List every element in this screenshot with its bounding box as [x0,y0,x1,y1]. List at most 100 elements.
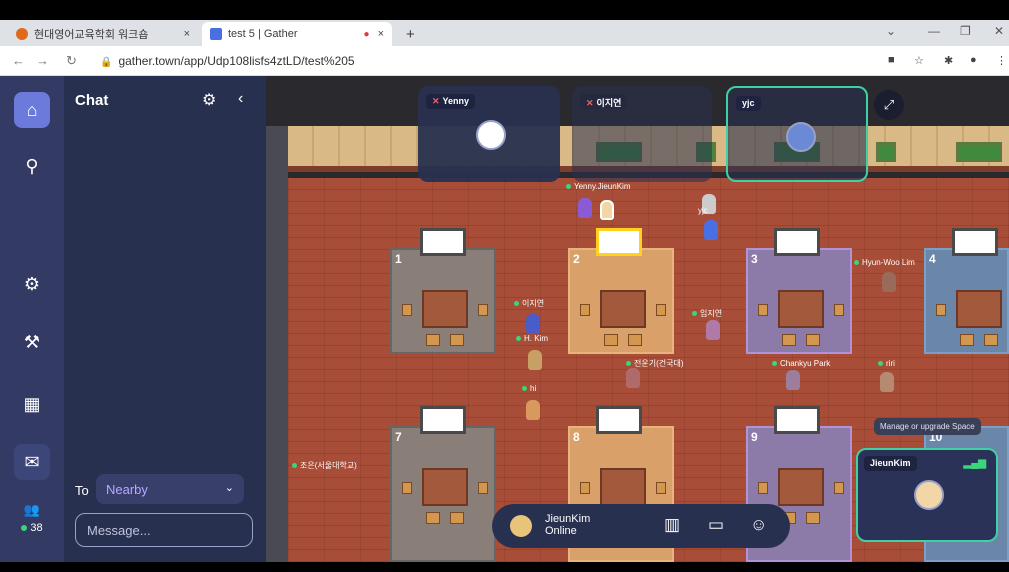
online-count[interactable]: 38 [0,522,64,534]
room-number: 7 [395,430,402,444]
collapse-chevron-left-icon[interactable]: ‹ [238,90,243,108]
chair [936,304,946,316]
tab-gather[interactable]: test 5 | Gather ● × [202,22,392,46]
chair [656,304,666,316]
emoji-icon[interactable]: ☺ [750,515,767,535]
bookmark-star-icon[interactable]: ☆ [914,54,924,67]
settings-gear-icon[interactable]: ⚙ [14,266,50,302]
profile-avatar[interactable]: ● [970,54,977,66]
chair [450,512,464,524]
room-number: 1 [395,252,402,266]
chat-settings-gear-icon[interactable]: ⚙ [202,90,216,110]
self-avatar-button[interactable] [510,515,532,537]
video-tile-이지연[interactable]: ✕ 이지연 [572,86,712,182]
muted-mic-icon: ✕ [432,96,440,106]
menu-icon[interactable]: ⋮ [996,54,1007,67]
whiteboard[interactable] [420,228,466,256]
room-2[interactable]: 2 [568,248,674,354]
player-avatar[interactable] [704,220,718,240]
whiteboard[interactable] [952,228,998,256]
video-name-badge: ✕ Yenny [426,94,476,109]
room-4[interactable]: 4 [924,248,1009,354]
manage-space-tooltip: Manage or upgrade Space [874,418,981,435]
player-name-tag: yjc [698,206,708,215]
forward-icon[interactable]: → [36,53,49,68]
whiteboard-highlighted[interactable] [596,228,642,256]
player-avatar[interactable] [786,370,800,390]
bottom-toolbar: JieunKim Online ▥ ▭ ☺ [492,504,790,548]
player-avatar[interactable] [528,350,542,370]
chair [834,482,844,494]
screen-share-icon[interactable]: ▭ [708,515,724,535]
to-label: To [75,483,89,498]
video-tile-yenny[interactable]: ✕ Yenny [418,86,560,182]
chair [782,334,796,346]
table [600,290,646,328]
lock-icon: 🔒 [100,57,113,68]
home-icon[interactable]: ⌂ [14,92,50,128]
reload-icon[interactable]: ↻ [66,53,77,69]
signal-strength-icon: ▂▄▆ [963,458,986,469]
tab-close-icon[interactable]: × [184,28,190,40]
muted-mic-icon: ✕ [586,98,594,108]
expand-icon[interactable]: ⤢ [874,90,904,120]
chair [984,334,998,346]
recipient-select[interactable]: Nearby ⌄ [96,474,244,504]
player-avatar[interactable] [706,320,720,340]
room-7[interactable]: 7 [390,426,496,562]
restore-icon[interactable]: ❐ [960,24,971,38]
video-tile-yjc[interactable]: yjc [726,86,868,182]
url-field[interactable]: 🔒 gather.town/app/Udp108lisfs4ztLD/test%2… [100,54,355,68]
chair [960,334,974,346]
player-avatar[interactable] [882,272,896,292]
game-map[interactable]: 1 2 3 4 7 8 9 10 Yenny.JieunKim yjc Hyun… [266,76,1009,562]
minimize-icon[interactable]: — [928,24,940,38]
player-name-tag: 전운기(건국대) [626,358,684,369]
player-avatar[interactable] [578,198,592,218]
message-input[interactable]: Message... [75,513,253,547]
chair [402,304,412,316]
back-icon[interactable]: ← [12,53,25,68]
player-avatar[interactable] [526,314,540,334]
player-avatar[interactable] [880,372,894,392]
participant-avatar [786,122,816,152]
wall-window [876,142,896,162]
extensions-icon[interactable]: ✱ [944,54,953,67]
window-close-icon[interactable]: ✕ [994,24,1004,38]
chair [628,334,642,346]
video-name-badge: JieunKim [864,456,917,471]
table [778,290,824,328]
wall-window [956,142,1002,162]
whiteboard[interactable] [596,406,642,434]
map-icon[interactable]: ▥ [664,515,680,535]
tab-close-icon[interactable]: × [378,28,384,40]
build-hammer-icon[interactable]: ⚒ [14,324,50,360]
tab-search-icon[interactable]: ⌄ [886,24,896,38]
camera-icon[interactable]: ■ [888,54,895,66]
chat-bubbles-icon[interactable]: ✉ [14,444,50,480]
self-avatar[interactable] [600,200,614,220]
participants-icon[interactable]: 👥 [14,500,50,520]
self-status: Online [545,525,577,537]
room-3[interactable]: 3 [746,248,852,354]
table [422,290,468,328]
table [422,468,468,506]
whiteboard[interactable] [774,406,820,434]
player-avatar[interactable] [526,400,540,420]
browser-tab-bar: 현대영어교육학회 워크숍 × test 5 | Gather ● × + ⌄ —… [0,20,1009,46]
tab-workshop[interactable]: 현대영어교육학회 워크숍 × [8,22,198,46]
self-video-tile[interactable]: JieunKim ▂▄▆ [856,448,998,542]
player-avatar[interactable] [626,368,640,388]
self-name: JieunKim [545,513,591,525]
whiteboard[interactable] [774,228,820,256]
room-1[interactable]: 1 [390,248,496,354]
pin-icon[interactable]: ⚲ [14,148,50,184]
whiteboard[interactable] [420,406,466,434]
chair [450,334,464,346]
new-tab-button[interactable]: + [398,22,422,46]
chair [580,482,590,494]
chair [834,304,844,316]
calendar-icon[interactable]: ▦ [14,386,50,422]
player-name-tag: riri [878,359,895,368]
table [778,468,824,506]
